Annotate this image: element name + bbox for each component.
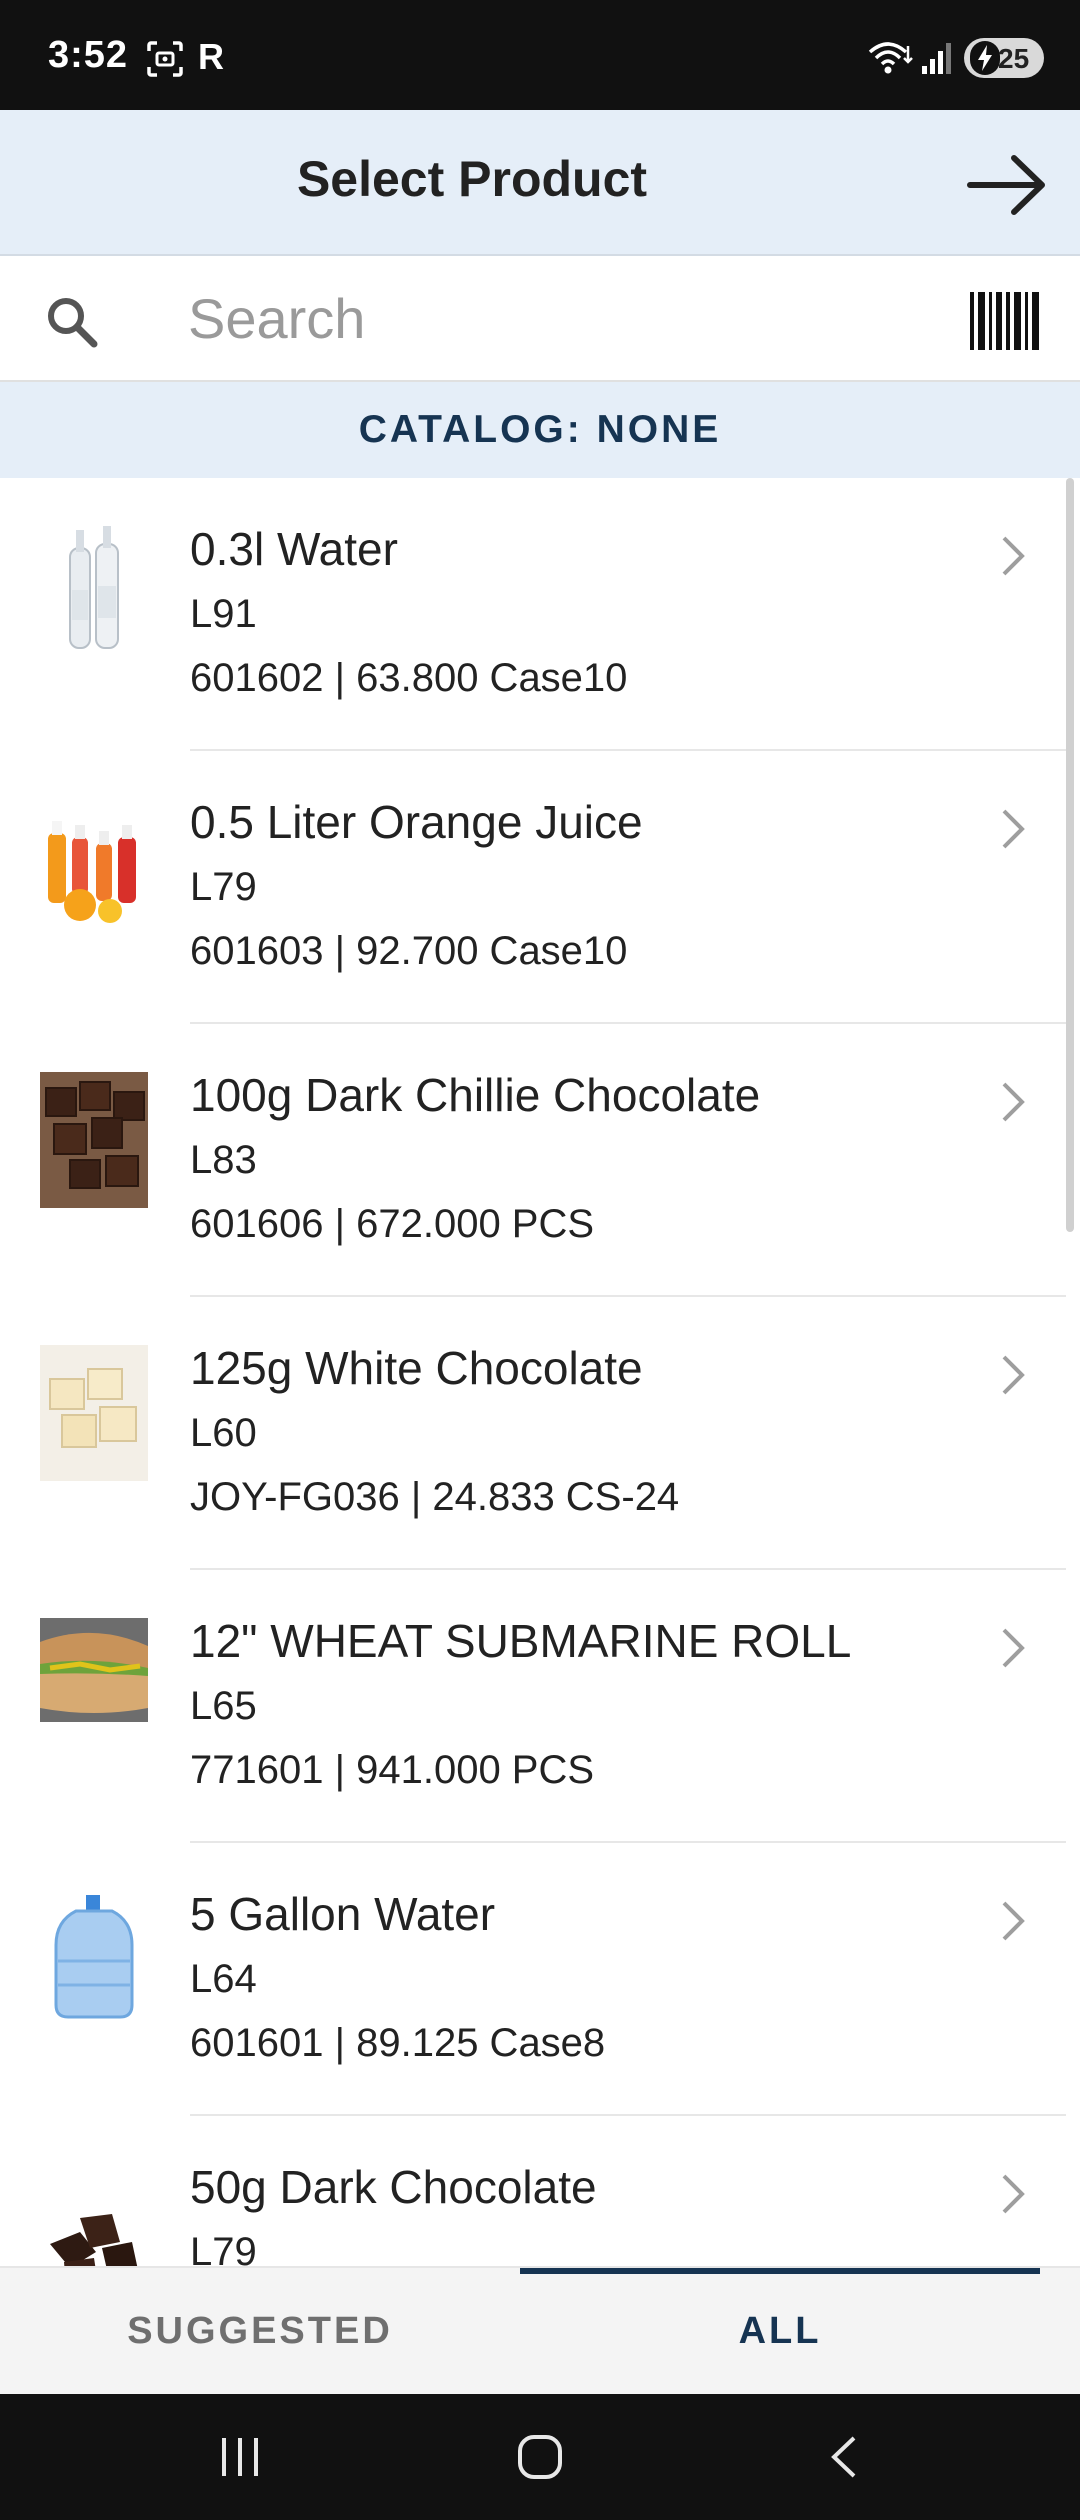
dark-chocolate-pieces-image bbox=[50, 2214, 138, 2266]
tab-suggested[interactable]: SUGGESTED bbox=[0, 2268, 520, 2396]
chevron-right-icon bbox=[1002, 1355, 1025, 1395]
tab-bar: SUGGESTED ALL bbox=[0, 2266, 1080, 2394]
select-product-screen: 3:52 R 25 Select Product Search CATALOG:… bbox=[0, 0, 1080, 2520]
product-name: 5 Gallon Water bbox=[190, 1888, 496, 1940]
product-code: L79 bbox=[190, 865, 257, 909]
signal-icon bbox=[922, 43, 951, 74]
wifi-icon bbox=[868, 42, 913, 74]
app-bar: Select Product bbox=[0, 110, 1080, 256]
battery-icon: 25 bbox=[964, 38, 1044, 78]
water-bottles-image bbox=[69, 526, 119, 649]
product-detail: 601606 | 672.000 PCS bbox=[190, 1202, 595, 1246]
chevron-right-icon bbox=[1002, 809, 1025, 849]
status-bar: 3:52 R 25 bbox=[0, 0, 1080, 110]
search-input[interactable] bbox=[188, 278, 908, 358]
search-icon[interactable] bbox=[42, 292, 102, 352]
product-name: 50g Dark Chocolate bbox=[190, 2161, 597, 2213]
product-row[interactable]: 50g Dark Chocolate L79 bbox=[0, 2116, 1066, 2266]
product-detail: 601603 | 92.700 Case10 bbox=[190, 929, 628, 973]
product-detail: 601602 | 63.800 Case10 bbox=[190, 656, 628, 700]
barcode-icon[interactable] bbox=[970, 292, 1042, 350]
product-list[interactable]: 0.3l Water L91 601602 | 63.800 Case10 0.… bbox=[0, 478, 1080, 2266]
recent-apps-icon[interactable] bbox=[216, 2434, 264, 2480]
product-name: 12" WHEAT SUBMARINE ROLL bbox=[190, 1615, 852, 1667]
submarine-sandwich-image bbox=[40, 1618, 148, 1722]
battery-level: 25 bbox=[998, 43, 1030, 74]
product-code: L91 bbox=[190, 592, 257, 636]
product-detail: 601601 | 89.125 Case8 bbox=[190, 2021, 606, 2065]
catalog-selector[interactable]: CATALOG: NONE bbox=[0, 382, 1080, 478]
tab-all-label: ALL bbox=[738, 2310, 822, 2352]
product-row[interactable]: 100g Dark Chillie Chocolate L83 601606 |… bbox=[0, 1024, 1066, 1297]
system-nav-bar bbox=[0, 2394, 1080, 2520]
water-jug-image bbox=[54, 1895, 134, 2019]
product-code: L83 bbox=[190, 1138, 257, 1182]
charging-bolt-icon bbox=[970, 41, 1000, 75]
tab-all[interactable]: ALL bbox=[520, 2268, 1040, 2396]
product-name: 0.5 Liter Orange Juice bbox=[190, 796, 643, 848]
chevron-right-icon bbox=[1002, 536, 1025, 576]
chevron-right-icon bbox=[1002, 1082, 1025, 1122]
product-code: L65 bbox=[190, 1684, 257, 1728]
juice-bottles-image bbox=[48, 821, 136, 923]
status-time: 3:52 bbox=[48, 34, 129, 76]
product-name: 100g Dark Chillie Chocolate bbox=[190, 1069, 761, 1121]
product-row[interactable]: 5 Gallon Water L64 601601 | 89.125 Case8 bbox=[0, 1843, 1066, 2116]
white-chocolate-blocks-image bbox=[40, 1345, 148, 1481]
search-bar bbox=[0, 256, 1080, 382]
arrow-right-icon[interactable] bbox=[962, 150, 1052, 220]
dark-chocolate-blocks-image bbox=[40, 1072, 148, 1208]
product-row[interactable]: 12" WHEAT SUBMARINE ROLL L65 771601 | 94… bbox=[0, 1570, 1066, 1843]
tab-suggested-label: SUGGESTED bbox=[127, 2310, 393, 2352]
catalog-label: CATALOG: NONE bbox=[358, 408, 722, 451]
product-name: 125g White Chocolate bbox=[190, 1342, 643, 1394]
product-detail: JOY-FG036 | 24.833 CS-24 bbox=[190, 1475, 680, 1519]
chevron-right-icon bbox=[1002, 2174, 1025, 2214]
product-code: L60 bbox=[190, 1411, 257, 1455]
screenshot-icon bbox=[147, 41, 183, 77]
carrier-r-icon: R bbox=[198, 36, 224, 77]
back-icon[interactable] bbox=[822, 2434, 870, 2480]
chevron-right-icon bbox=[1002, 1628, 1025, 1668]
product-detail: 771601 | 941.000 PCS bbox=[190, 1748, 595, 1792]
list-scrollbar[interactable] bbox=[1066, 478, 1074, 1232]
home-icon[interactable] bbox=[516, 2434, 564, 2480]
chevron-right-icon bbox=[1002, 1901, 1025, 1941]
product-code: L79 bbox=[190, 2230, 257, 2266]
product-row[interactable]: 125g White Chocolate L60 JOY-FG036 | 24.… bbox=[0, 1297, 1066, 1570]
product-row[interactable]: 0.3l Water L91 601602 | 63.800 Case10 bbox=[0, 478, 1066, 751]
active-tab-indicator bbox=[520, 2268, 1040, 2274]
product-code: L64 bbox=[190, 1957, 257, 2001]
product-name: 0.3l Water bbox=[190, 523, 398, 575]
page-title: Select Product bbox=[296, 151, 648, 207]
product-row[interactable]: 0.5 Liter Orange Juice L79 601603 | 92.7… bbox=[0, 751, 1066, 1024]
